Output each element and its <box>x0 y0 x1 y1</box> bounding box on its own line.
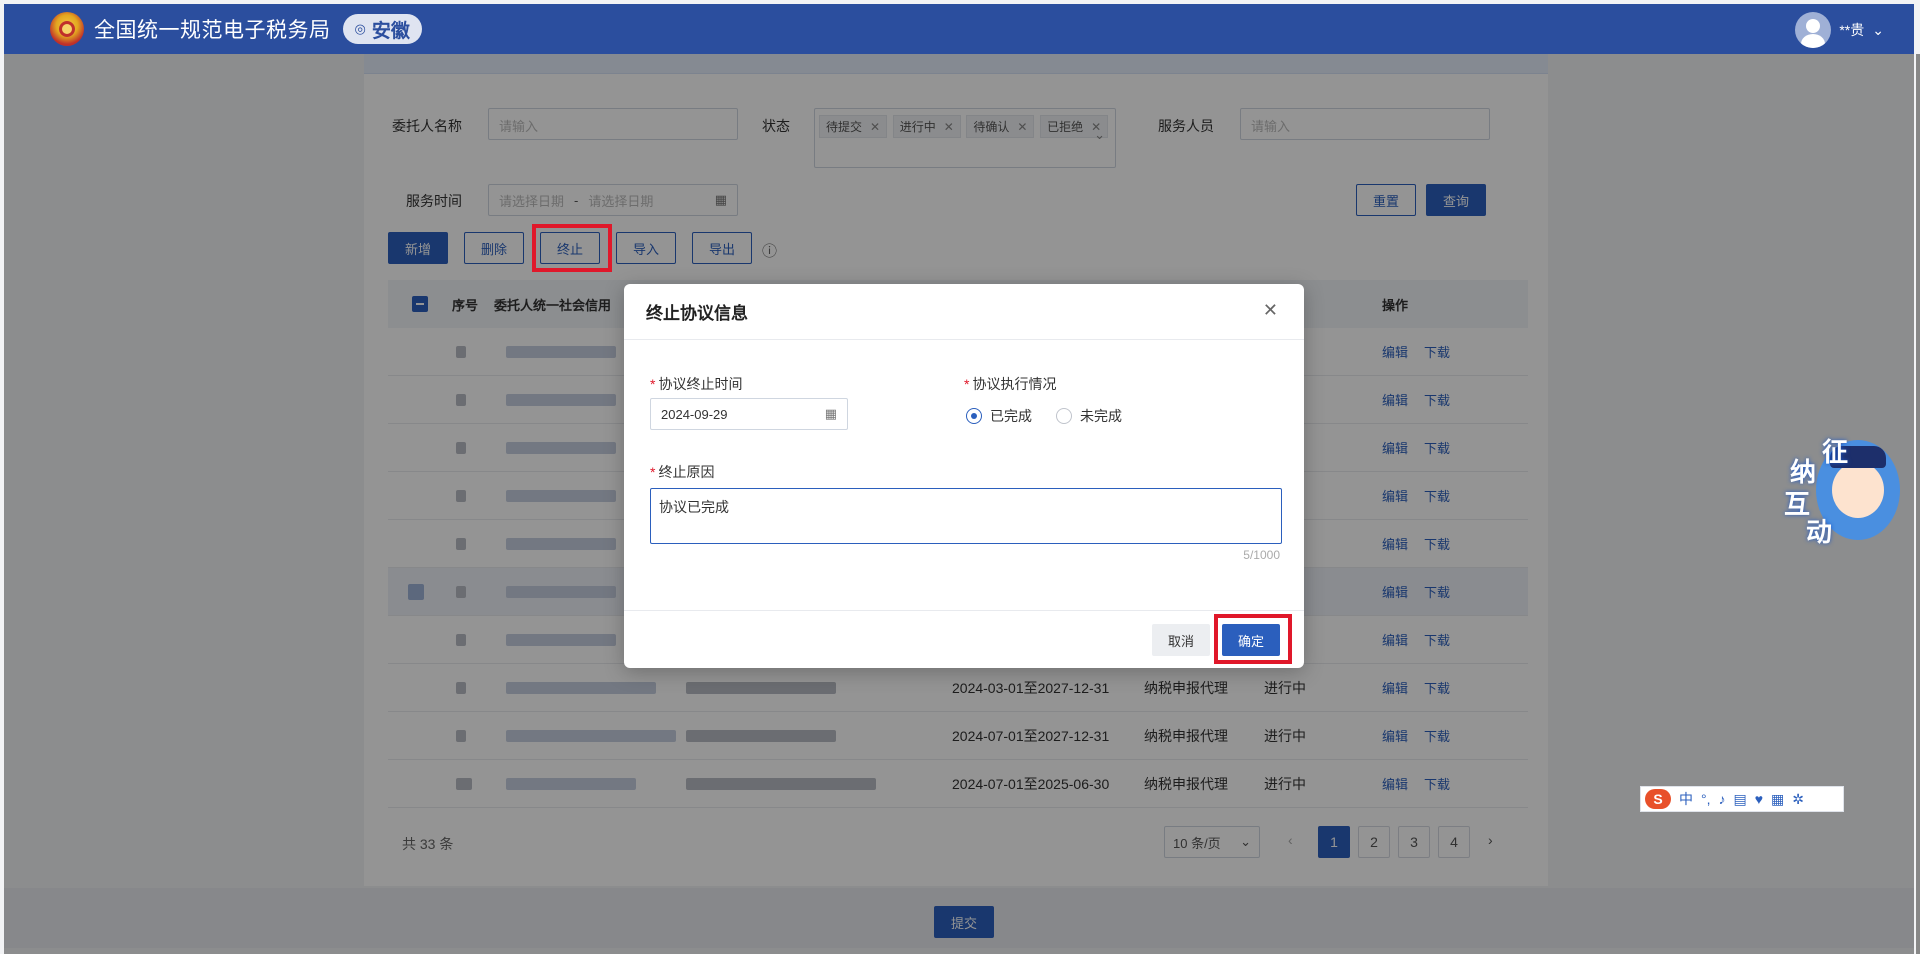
calendar-icon: ▦ <box>824 406 837 421</box>
radio-icon <box>966 408 982 424</box>
region-selector[interactable]: ◎ 安徽 <box>342 14 422 44</box>
reason-label: * 终止原因 <box>650 464 715 480</box>
mascot-face <box>1832 462 1884 518</box>
reason-textarea[interactable]: 协议已完成 <box>650 488 1282 544</box>
top-header: 全国统一规范电子税务局 ◎ 安徽 **贵 ⌄ <box>4 4 1914 54</box>
user-name: **贵 <box>1839 22 1865 38</box>
tax-emblem-logo <box>50 12 84 46</box>
cancel-button[interactable]: 取消 <box>1152 624 1210 656</box>
microphone-icon[interactable]: ♪ <box>1719 791 1726 807</box>
location-pin-icon: ◎ <box>354 21 366 36</box>
radio-completed[interactable]: 已完成 <box>966 406 1032 426</box>
radio-icon <box>1056 408 1072 424</box>
punctuation-icon[interactable]: °, <box>1701 791 1711 807</box>
terminate-highlight-box <box>532 224 612 272</box>
ime-toolbar[interactable]: S 中 °, ♪ ▤ ♥ ▦ ✲ <box>1640 786 1844 812</box>
end-time-label: * 协议终止时间 <box>650 376 743 392</box>
system-title: 全国统一规范电子税务局 <box>94 19 331 42</box>
radio-uncompleted[interactable]: 未完成 <box>1056 406 1122 426</box>
interaction-mascot-widget[interactable]: 征 纳 互 动 <box>1776 432 1906 552</box>
apps-icon[interactable]: ▦ <box>1771 791 1784 808</box>
settings-icon[interactable]: ✲ <box>1792 791 1804 808</box>
keyboard-icon[interactable]: ▤ <box>1734 791 1747 808</box>
dialog-footer-divider <box>624 610 1304 611</box>
chevron-down-icon: ⌄ <box>1872 21 1884 38</box>
terminate-dialog: 终止协议信息 ✕ * 协议终止时间 2024-09-29 ▦ * 协议执行情况 已完… <box>624 284 1304 668</box>
region-label: 安徽 <box>371 20 410 42</box>
ime-mode[interactable]: 中 <box>1679 789 1693 809</box>
dialog-title: 终止协议信息 <box>624 284 1304 340</box>
confirm-highlight-box <box>1214 614 1292 664</box>
page-scrollbar[interactable] <box>1916 54 1920 954</box>
skin-icon[interactable]: ♥ <box>1755 791 1763 807</box>
sogou-logo-icon: S <box>1645 789 1671 809</box>
user-menu[interactable]: **贵 ⌄ <box>1795 12 1884 48</box>
char-counter: 5/1000 <box>1243 548 1280 562</box>
execution-label: * 协议执行情况 <box>964 376 1057 392</box>
end-time-value: 2024-09-29 <box>661 406 728 422</box>
close-icon[interactable]: ✕ <box>1263 300 1278 321</box>
end-time-date-picker[interactable]: 2024-09-29 ▦ <box>650 398 848 430</box>
avatar <box>1795 12 1832 48</box>
